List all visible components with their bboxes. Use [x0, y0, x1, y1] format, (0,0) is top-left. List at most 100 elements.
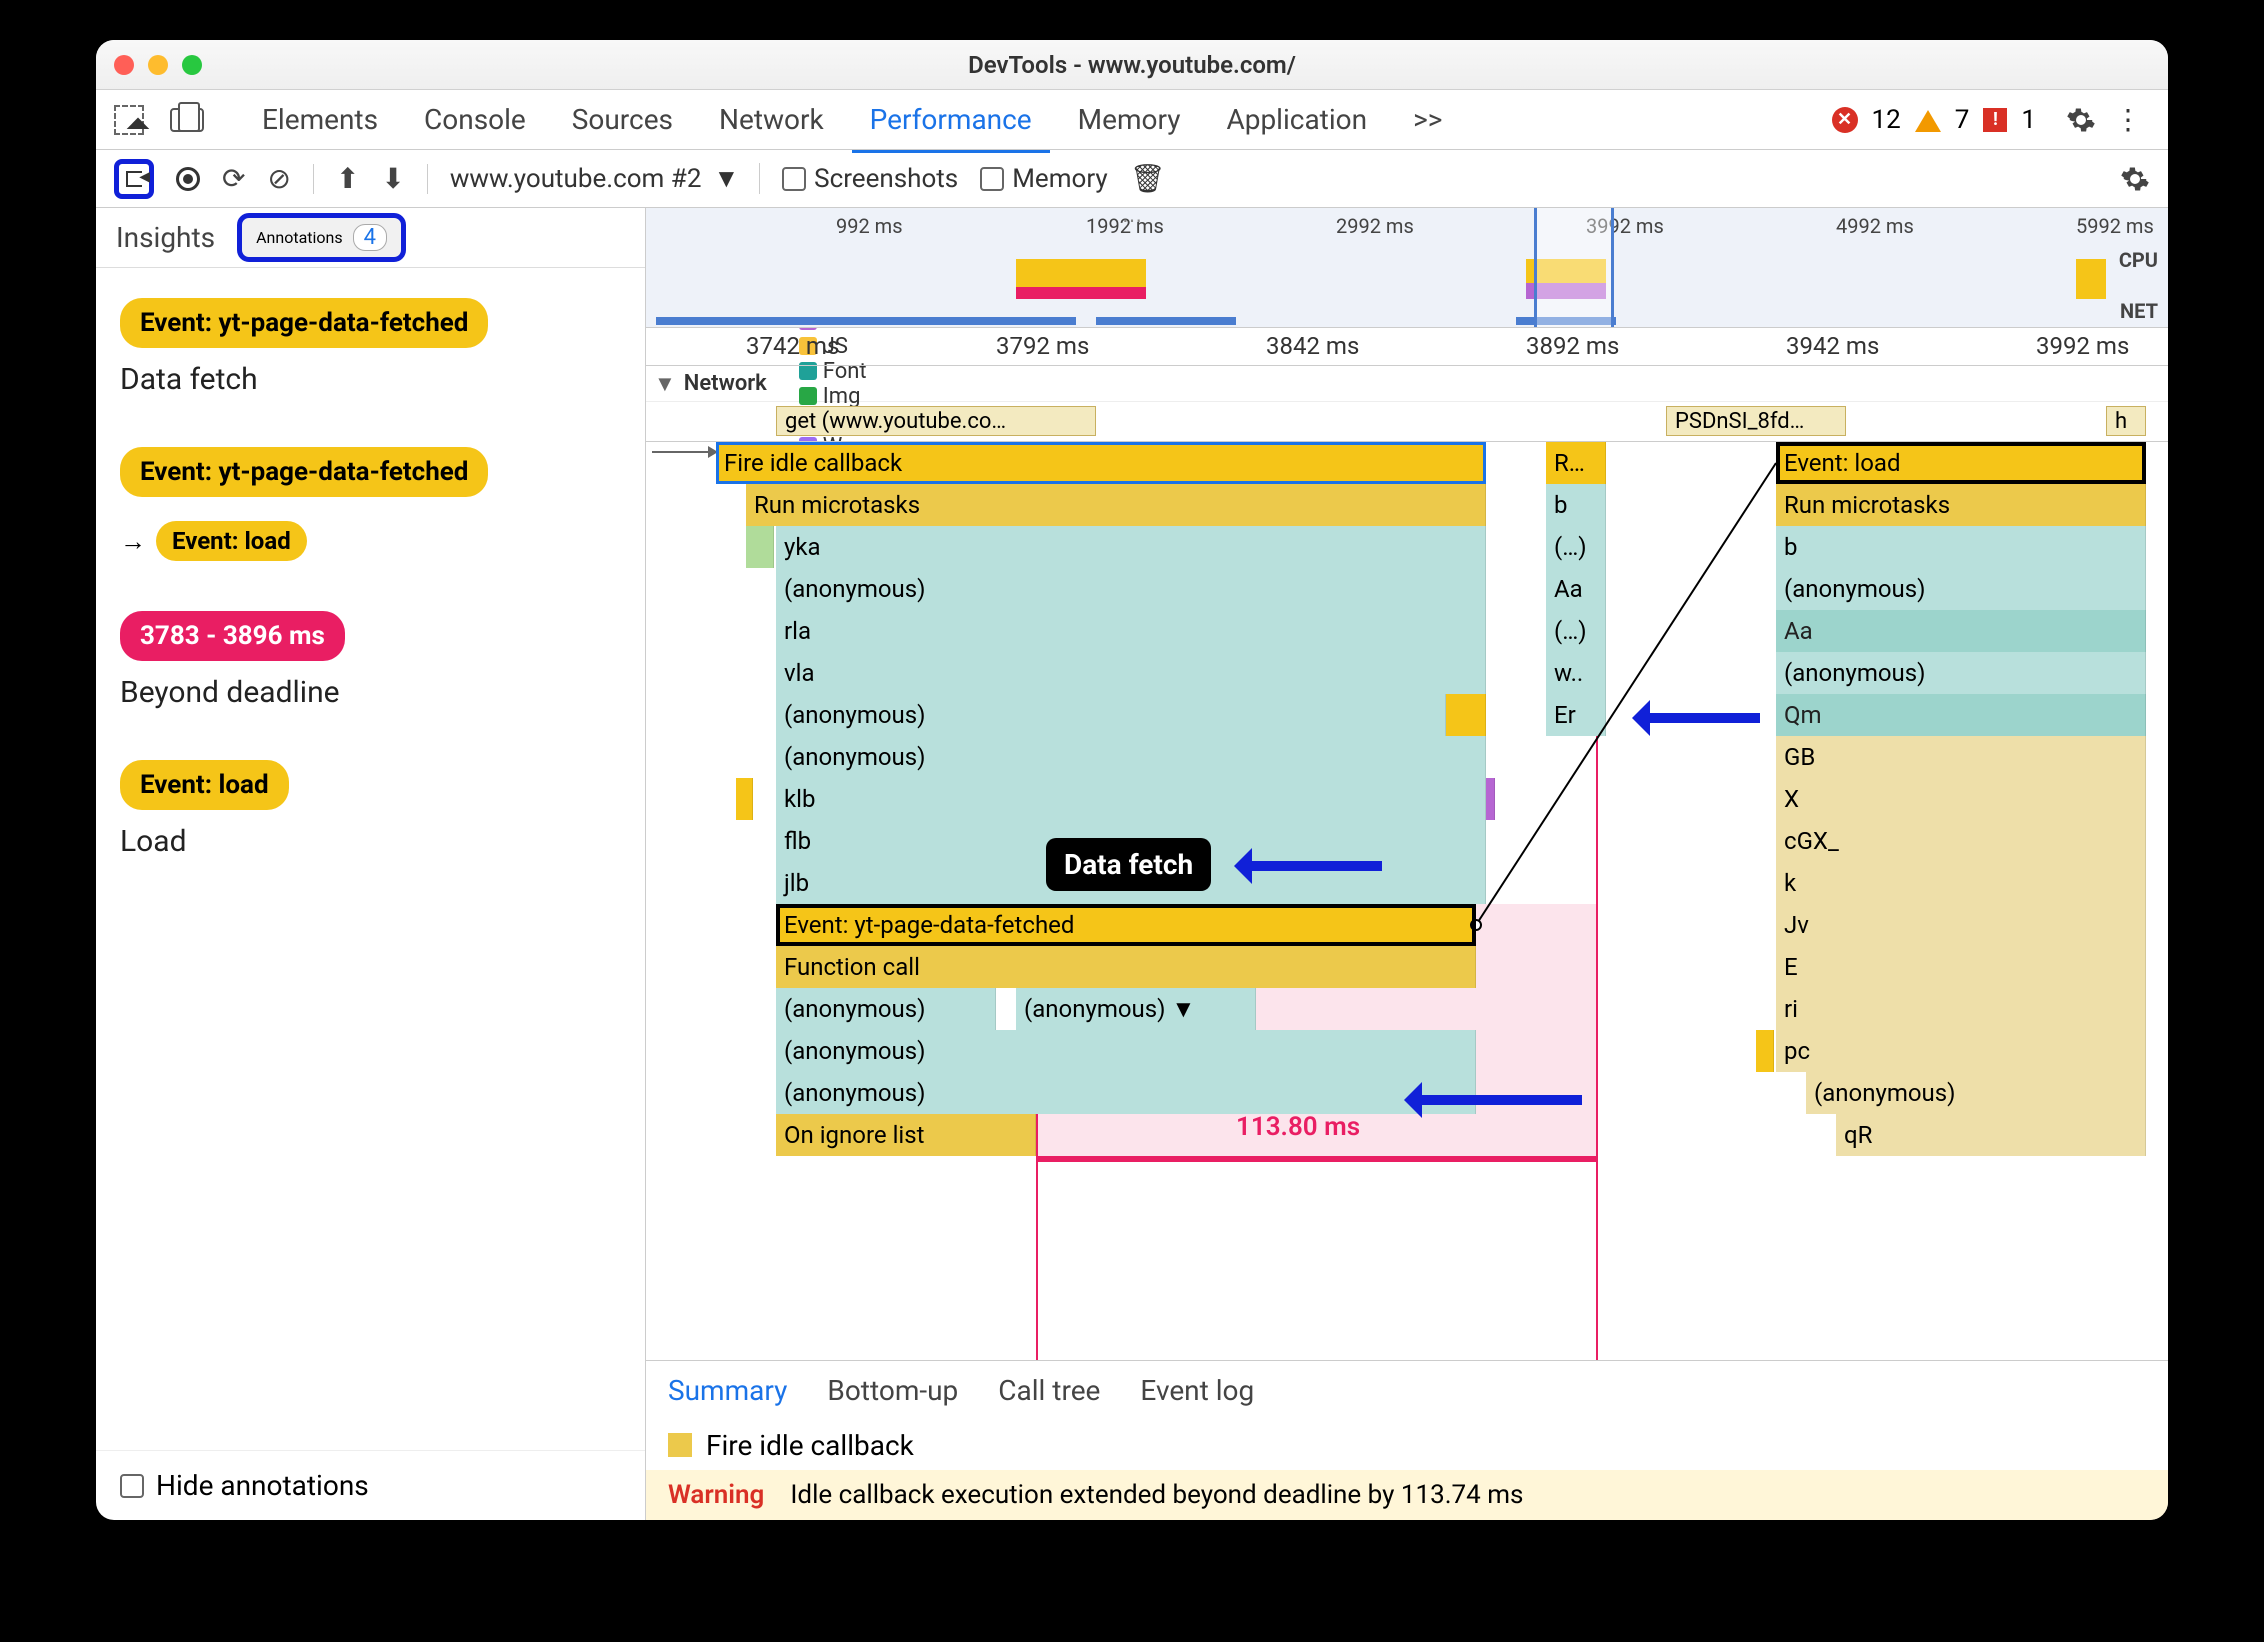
tab-summary[interactable]: Summary	[668, 1374, 787, 1407]
flame-entry[interactable]: (anonymous)	[776, 988, 996, 1030]
clear-icon[interactable]: ⊘	[267, 162, 290, 195]
flame-entry[interactable]: qR	[1836, 1114, 2146, 1156]
tab-sources[interactable]: Sources	[554, 103, 691, 136]
console-badges[interactable]: ✕12 7 !1	[1832, 105, 2036, 135]
callout-data-fetch: Data fetch	[1046, 838, 1211, 891]
tab-memory[interactable]: Memory	[1060, 103, 1199, 136]
flame-entry[interactable]: Jv	[1776, 904, 2146, 946]
summary-title: Fire idle callback	[646, 1420, 2168, 1470]
insights-sidebar: Insights Annotations 4 Event: yt-page-da…	[96, 208, 646, 1520]
flame-entry[interactable]: R…	[1546, 442, 1606, 484]
flame-entry[interactable]: (anonymous)	[776, 568, 1486, 610]
overview-timeline[interactable]: 992 ms 1992 ms 2992 ms 3992 ms 4992 ms 5…	[646, 208, 2168, 328]
device-toolbar-icon[interactable]	[170, 108, 204, 132]
more-tabs-icon[interactable]: >>	[1395, 103, 1460, 136]
event-chip: Event: yt-page-data-fetched	[120, 298, 488, 348]
flame-entry[interactable]: X	[1776, 778, 2146, 820]
flame-entry[interactable]: (anonymous)	[1776, 652, 2146, 694]
flame-entry[interactable]: k	[1776, 862, 2146, 904]
screenshots-checkbox[interactable]: Screenshots	[782, 164, 958, 194]
network-request[interactable]: h	[2106, 406, 2146, 436]
annotations-count: 4	[353, 224, 387, 251]
kebab-menu-icon[interactable]: ⋮	[2106, 103, 2150, 136]
flame-entry[interactable]: Aa	[1546, 568, 1606, 610]
tab-application[interactable]: Application	[1208, 103, 1385, 136]
hide-annotations-checkbox[interactable]: Hide annotations	[96, 1450, 645, 1520]
flame-entry[interactable]: (…)	[1546, 526, 1606, 568]
flame-entry[interactable]: Fire idle callback	[716, 442, 1486, 484]
flame-entry[interactable]: Function call	[776, 946, 1476, 988]
flame-entry[interactable]: (anonymous) ▼	[1016, 988, 1256, 1030]
flame-entry[interactable]: pc	[1776, 1030, 2146, 1072]
flame-entry[interactable]: rla	[776, 610, 1486, 652]
flame-entry[interactable]: b	[1776, 526, 2146, 568]
flame-entry[interactable]: Run microtasks	[746, 484, 1486, 526]
flame-entry[interactable]: Event: yt-page-data-fetched	[776, 904, 1476, 946]
flame-entry[interactable]: (anonymous)	[1776, 568, 2146, 610]
tab-elements[interactable]: Elements	[244, 103, 396, 136]
flame-entry[interactable]: Run microtasks	[1776, 484, 2146, 526]
garbage-collect-icon[interactable]: 🗑	[1130, 162, 1166, 195]
record-icon[interactable]	[176, 167, 200, 191]
tick-label: 2992 ms	[1336, 214, 1414, 238]
tick-label: 3992 ms	[2036, 332, 2129, 360]
tick-label: 5992 ms	[2076, 214, 2154, 238]
close-icon[interactable]	[114, 55, 134, 75]
flame-entry[interactable]: (anonymous)	[776, 694, 1446, 736]
timeline-ruler[interactable]: 3742 ms 3792 ms 3842 ms 3892 ms 3942 ms …	[646, 328, 2168, 366]
titlebar: DevTools - www.youtube.com/	[96, 40, 2168, 90]
flame-entry[interactable]: E	[1776, 946, 2146, 988]
tab-annotations[interactable]: Annotations 4	[237, 213, 406, 262]
tab-event-log[interactable]: Event log	[1140, 1374, 1254, 1407]
recording-dropdown[interactable]: www.youtube.com #2 ▼	[450, 163, 760, 194]
memory-checkbox[interactable]: Memory	[980, 164, 1107, 194]
flame-entry[interactable]: Qm	[1776, 694, 2146, 736]
flame-entry[interactable]: (anonymous)	[776, 736, 1486, 778]
recording-name: www.youtube.com #2	[450, 164, 702, 194]
chevron-down-icon: ▼	[713, 163, 739, 194]
tab-console[interactable]: Console	[406, 103, 544, 136]
download-icon[interactable]: ⬇	[381, 162, 404, 195]
flame-entry[interactable]: klb	[776, 778, 1486, 820]
network-entries[interactable]: get (www.youtube.co… PSDnSI_8fd… h	[646, 402, 2168, 442]
minimize-icon[interactable]	[148, 55, 168, 75]
network-request[interactable]: get (www.youtube.co…	[776, 406, 1096, 436]
maximize-icon[interactable]	[182, 55, 202, 75]
flame-entry[interactable]: (anonymous)	[1806, 1072, 2146, 1114]
flame-entry[interactable]: yka	[776, 526, 1486, 568]
tab-performance[interactable]: Performance	[852, 103, 1050, 153]
toggle-sidebar-icon[interactable]	[114, 159, 154, 199]
annotation-item[interactable]: Event: yt-page-data-fetched Data fetch	[120, 298, 621, 397]
flame-entry[interactable]: cGX_	[1776, 820, 2146, 862]
flame-entry[interactable]: On ignore list	[776, 1114, 1036, 1156]
flame-entry[interactable]: (anonymous)	[776, 1030, 1476, 1072]
upload-icon[interactable]: ⬆	[336, 162, 359, 195]
flame-entry[interactable]: b	[1546, 484, 1606, 526]
flame-entry[interactable]: (anonymous)	[776, 1072, 1476, 1114]
annotation-item[interactable]: Event: load Load	[120, 760, 621, 859]
tab-call-tree[interactable]: Call tree	[998, 1374, 1100, 1407]
flame-entry[interactable]: Aa	[1776, 610, 2146, 652]
annotation-item[interactable]: 3783 - 3896 ms Beyond deadline	[120, 611, 621, 710]
tab-bottom-up[interactable]: Bottom-up	[827, 1374, 958, 1407]
checkbox-icon	[120, 1474, 144, 1498]
flame-entry[interactable]: GB	[1776, 736, 2146, 778]
flame-entry[interactable]: Er	[1546, 694, 1606, 736]
event-chip: Event: load	[156, 521, 307, 561]
tab-network[interactable]: Network	[701, 103, 842, 136]
tab-insights[interactable]: Insights	[116, 221, 215, 254]
flame-entry[interactable]: w..	[1546, 652, 1606, 694]
flame-entry[interactable]: (…)	[1546, 610, 1606, 652]
settings-icon[interactable]	[2066, 105, 2096, 135]
flame-chart[interactable]: Data fetch Load Beyond deadline 113.80 m…	[646, 442, 2168, 1360]
flame-entry[interactable]: Event: load	[1776, 442, 2146, 484]
network-request[interactable]: PSDnSI_8fd…	[1666, 406, 1846, 436]
inspect-element-icon[interactable]	[114, 105, 144, 135]
flame-entry[interactable]: ri	[1776, 988, 2146, 1030]
flame-entry[interactable]: vla	[776, 652, 1486, 694]
annotation-item[interactable]: Event: yt-page-data-fetched → Event: loa…	[120, 447, 621, 561]
network-track-header[interactable]: ▼ Network DocCSSJSFontImgMediaWasmOther	[646, 366, 2168, 402]
capture-settings-icon[interactable]	[2120, 164, 2150, 194]
tick-label: 3892 ms	[1526, 332, 1619, 360]
reload-icon[interactable]: ⟳	[222, 162, 245, 195]
